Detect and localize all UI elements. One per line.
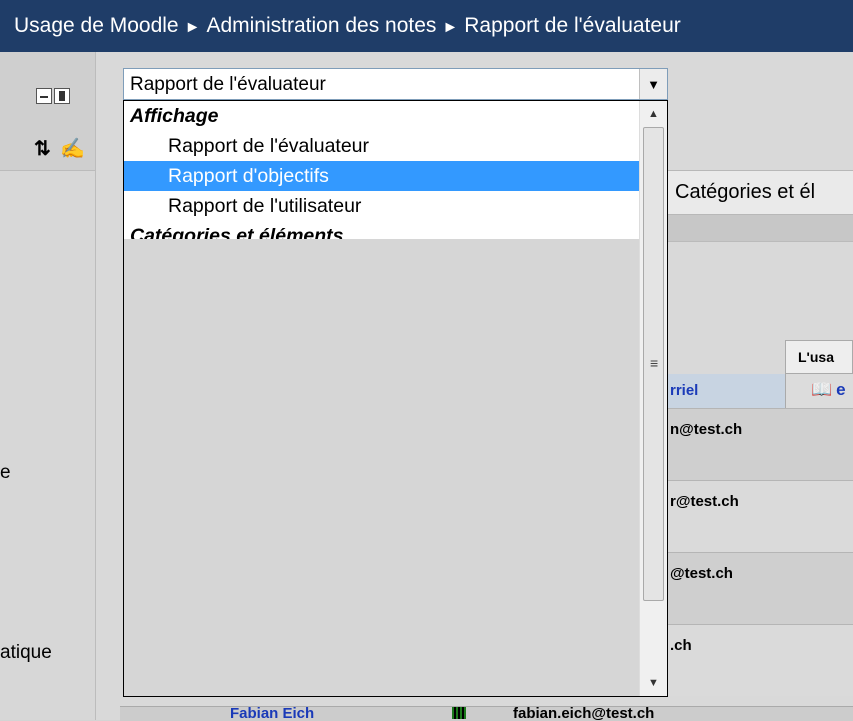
dropdown-group-label: Exporter [130,675,211,697]
breadcrumb: Usage de Moodle ► Administration des notes… [0,0,853,52]
dropdown-option[interactable]: Affichage [124,341,639,371]
dropdown-option[interactable]: Fichier XML [124,641,639,671]
chevron-down-icon[interactable]: ▼ [639,69,667,99]
dropdown-group-label: Importation [130,585,238,607]
dropdown-group-label: Affichage [130,105,219,127]
report-dropdown-list[interactable]: Affichage Rapport de l'évaluateur Rapport … [123,100,668,697]
column-header-text[interactable]: e [836,380,845,399]
dock-panel-icon[interactable] [36,88,72,106]
dropdown-option[interactable]: Modifier les objectifs [124,431,639,461]
dock-block-icon[interactable] [54,88,70,104]
dropdown-group-label: Catégories et éléments [130,225,344,247]
table-row: r@test.ch [640,480,853,552]
report-select[interactable]: Rapport de l'évaluateur ▼ [123,68,668,100]
book-icon[interactable]: 📖 [811,380,832,399]
dropdown-option[interactable]: Fichier CSV [124,611,639,641]
dropdown-option[interactable]: Rapport de l'utilisateur [124,191,639,221]
table-row: .ch [640,624,853,696]
table-row: Fabian Eich fabian.eich@test.ch [120,706,853,721]
report-select-value: Rapport de l'évaluateur [130,74,326,95]
user-email: .ch [670,637,692,654]
breadcrumb-separator: ► [442,19,459,36]
user-name-link[interactable]: Fabian Eich [230,707,314,721]
move-arrows-icon[interactable]: ⇅ [34,136,51,161]
tab-underline-band [640,215,853,242]
dropdown-option[interactable]: Affichage [124,521,639,551]
dropdown-option[interactable]: Affichage complet [124,281,639,311]
user-email: fabian.eich@test.ch [513,706,655,721]
table-column-header[interactable]: L'usa [785,340,853,374]
dropdown-group-label: Objectifs [130,375,214,397]
grade-grid-icon[interactable] [452,707,466,719]
breadcrumb-separator: ► [184,19,201,36]
dropdown-scrollbar[interactable]: ▲ ≡ ▼ [639,101,667,696]
user-email: @test.ch [670,565,733,582]
table-row: @test.ch [640,552,853,624]
left-block-panel: ⇅ ✍ e atique [0,52,96,720]
dropdown-option[interactable]: Objectifs utilisés dans le cours [124,401,639,431]
dropdown-group-label: Barèmes [130,315,213,337]
dropdown-group-label: Lettres [130,495,196,517]
user-email: n@test.ch [670,421,743,438]
left-panel-text: e [0,462,11,483]
left-panel-text: atique [0,642,52,663]
dropdown-option[interactable]: Importer des objectifs [124,461,639,491]
scroll-up-icon[interactable]: ▲ [640,101,667,127]
minimize-block-icon[interactable] [36,88,52,104]
scroll-down-icon[interactable]: ▼ [640,670,667,696]
dropdown-options: Affichage Rapport de l'évaluateur Rapport … [124,101,639,696]
tab-categories-items[interactable]: Catégories et él [640,170,853,215]
table-row: n@test.ch [640,408,853,480]
breadcrumb-course-link[interactable]: Usage de Moodle [14,14,179,37]
dropdown-option[interactable]: Affichage simple [124,251,639,281]
breadcrumb-current: Rapport de l'évaluateur [464,14,681,37]
dropdown-option[interactable]: Modifier [124,551,639,581]
user-email: r@test.ch [670,493,739,510]
dropdown-option[interactable]: Rapport d'objectifs [124,161,639,191]
column-header-cell: 📖 e [785,374,853,408]
edit-pencil-icon[interactable]: ✍ [60,136,85,161]
scrollbar-grip-icon: ≡ [650,355,659,371]
scrollbar-thumb[interactable]: ≡ [643,127,664,601]
breadcrumb-grades-admin-link[interactable]: Administration des notes [206,14,436,37]
dropdown-option[interactable]: Rapport de l'évaluateur [124,131,639,161]
